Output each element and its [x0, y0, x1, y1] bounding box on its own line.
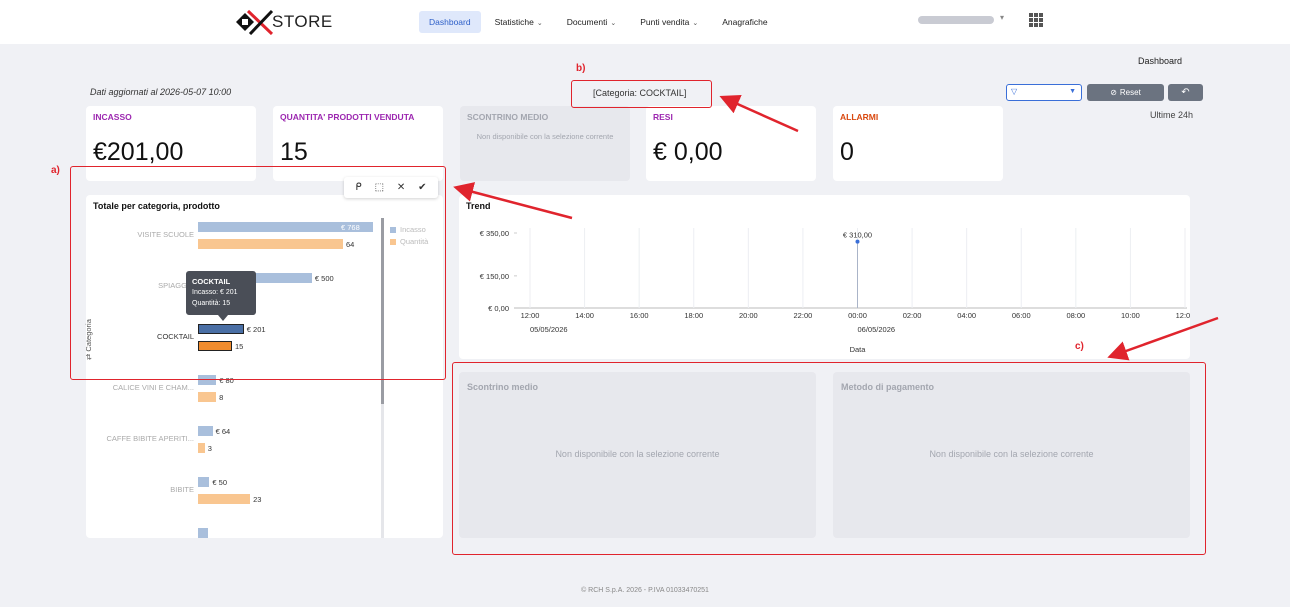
- reset-label: Reset: [1119, 88, 1141, 97]
- bar-quantita-value: 8: [219, 393, 224, 402]
- nav-punti-vendita[interactable]: Punti vendita ⌄: [630, 11, 708, 33]
- kpi-allarmi-label: ALLARMI: [840, 112, 879, 122]
- chevron-down-icon: ⌄: [610, 20, 617, 27]
- annotation-label-c: c): [1075, 341, 1084, 352]
- filter-select[interactable]: ▽ ▼: [1006, 84, 1082, 101]
- nav-dashboard-label: Dashboard: [429, 17, 471, 27]
- nav-documenti-label: Documenti: [566, 17, 608, 27]
- undo-icon: ↶: [1181, 87, 1190, 98]
- filter-icon: ▽: [1011, 87, 1018, 96]
- main-nav: Dashboard Statistiche ⌄ Documenti ⌄ Punti …: [419, 11, 778, 33]
- y-tick-label: € 150,00: [480, 272, 509, 281]
- annotation-box-a: [70, 166, 446, 380]
- breadcrumb[interactable]: Dashboard: [1138, 56, 1182, 66]
- x-tick-label: 06:00: [1012, 311, 1031, 320]
- period-label: Ultime 24h: [1150, 110, 1194, 120]
- bar-quantita[interactable]: [198, 494, 251, 504]
- kpi-resi: RESI € 0,00: [646, 106, 816, 181]
- bar-incasso[interactable]: [198, 426, 213, 436]
- kpi-resi-label: RESI: [653, 112, 673, 122]
- kpi-allarmi-value: 0: [840, 138, 854, 166]
- x-tick-label: 12:00: [521, 311, 540, 320]
- kpi-quantita-label: QUANTITA' PRODOTTI VENDUTA: [280, 112, 415, 122]
- x-tick-label: 10:00: [1121, 311, 1140, 320]
- logo-text: STORE: [272, 12, 333, 31]
- store-logo[interactable]: STORE: [232, 9, 333, 36]
- kpi-resi-value: € 0,00: [653, 138, 723, 166]
- x-tick-label: 12:00: [1176, 311, 1190, 320]
- kpi-incasso-value: €201,00: [93, 138, 184, 166]
- nav-punti-vendita-label: Punti vendita: [640, 17, 690, 27]
- x-tick-label: 14:00: [575, 311, 594, 320]
- nav-anagrafiche[interactable]: Anagrafiche: [712, 11, 777, 33]
- bar-incasso-partial[interactable]: [198, 528, 208, 538]
- chevron-down-icon: ⌄: [536, 20, 543, 27]
- kpi-quantita-value: 15: [280, 138, 308, 166]
- kpi-scontrino-label: SCONTRINO MEDIO: [467, 112, 549, 122]
- x-tick-label: 02:00: [903, 311, 922, 320]
- annotation-box-c: [452, 362, 1206, 555]
- bar-quantita[interactable]: [198, 392, 217, 402]
- chevron-down-icon: ⌄: [692, 20, 699, 27]
- x-tick-label: 08:00: [1066, 311, 1085, 320]
- kpi-scontrino-medio: SCONTRINO MEDIO Non disponibile con la s…: [460, 106, 630, 181]
- nav-statistiche-label: Statistiche: [494, 17, 534, 27]
- annotation-label-a: a): [51, 165, 60, 176]
- nav-statistiche[interactable]: Statistiche ⌄: [485, 11, 553, 33]
- date-label: 06/05/2026: [858, 325, 896, 334]
- y-tick-label: € 0,00: [488, 304, 509, 313]
- x-tick-label: 22:00: [794, 311, 813, 320]
- category-axis-label[interactable]: CALICE VINI E CHAM...: [94, 383, 194, 392]
- filter-reset-icon: ⊘: [1110, 88, 1117, 97]
- bar-quantita-value: 3: [207, 444, 212, 453]
- reset-button[interactable]: ⊘ Reset: [1087, 84, 1164, 101]
- updated-timestamp: Dati aggiornati al 2026-05-07 10:00: [90, 87, 232, 97]
- x-tick-label: 00:00: [848, 311, 867, 320]
- user-chevron-icon[interactable]: ▾: [1000, 13, 1004, 22]
- apps-grid-icon[interactable]: [1029, 13, 1043, 27]
- chevron-down-icon: ▼: [1069, 88, 1076, 95]
- annotation-label-b: b): [576, 63, 586, 74]
- bar-quantita[interactable]: [198, 443, 205, 453]
- footer: © RCH S.p.A. 2026 - P.IVA 01033470251: [581, 587, 709, 594]
- nav-documenti[interactable]: Documenti ⌄: [557, 11, 627, 33]
- x-tick-label: 20:00: [739, 311, 758, 320]
- date-label: 05/05/2026: [530, 325, 568, 334]
- x-tick-label: 18:00: [684, 311, 703, 320]
- kpi-allarmi: ALLARMI 0: [833, 106, 1003, 181]
- top-navbar: STORE Dashboard Statistiche ⌄ Documenti ⌄ …: [0, 0, 1290, 44]
- annotation-box-b: [571, 80, 712, 108]
- trend-chart[interactable]: € 350,00 € 150,00 € 0,00 12:00 14:00 16:00 18:…: [459, 195, 1190, 359]
- x-axis-title: Data: [850, 345, 867, 354]
- category-axis-label[interactable]: CAFFE BIBITE APERITI...: [94, 434, 194, 443]
- bar-incasso-value: € 50: [212, 478, 227, 487]
- trend-point-label: € 310,00: [843, 231, 872, 240]
- category-axis-label[interactable]: BIBITE: [94, 485, 194, 494]
- x-tick-label: 04:00: [957, 311, 976, 320]
- bar-incasso[interactable]: [198, 477, 210, 487]
- nav-dashboard[interactable]: Dashboard: [419, 11, 481, 33]
- trend-point: [855, 239, 860, 244]
- x-tick-label: 16:00: [630, 311, 649, 320]
- kpi-scontrino-note: Non disponibile con la selezione corrent…: [476, 132, 614, 141]
- nav-anagrafiche-label: Anagrafiche: [722, 17, 768, 27]
- kpi-incasso-label: INCASSO: [93, 112, 132, 122]
- y-tick-label: € 350,00: [480, 229, 509, 238]
- bar-quantita-value: 23: [253, 495, 262, 504]
- back-button[interactable]: ↶: [1168, 84, 1203, 101]
- bar-incasso-value: € 64: [215, 427, 231, 436]
- user-menu-blurred[interactable]: [918, 16, 994, 24]
- x-logo-icon: [232, 9, 274, 36]
